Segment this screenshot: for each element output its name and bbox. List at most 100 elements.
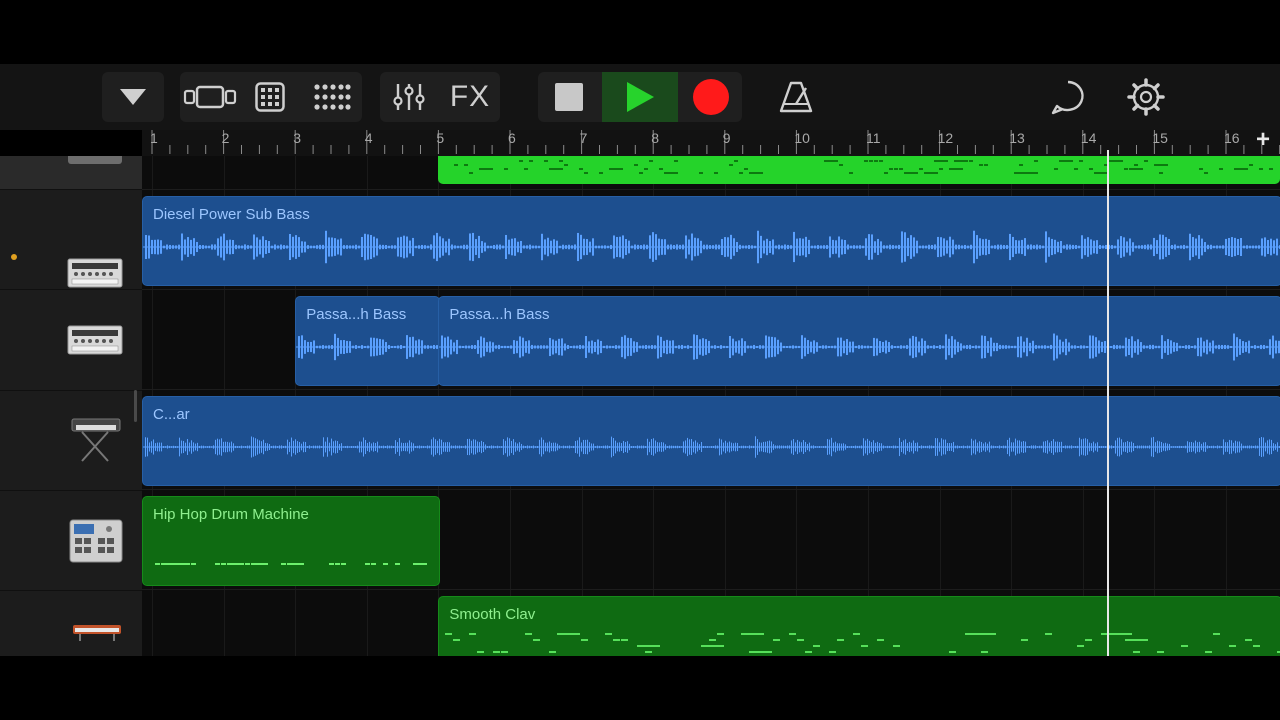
waveform-sample bbox=[235, 445, 236, 449]
waveform-sample bbox=[1011, 442, 1012, 452]
track-header-3[interactable] bbox=[0, 290, 142, 391]
ruler-bar-number: 10 bbox=[794, 130, 810, 146]
waveform-sample bbox=[709, 245, 711, 249]
waveform-sample bbox=[439, 236, 441, 258]
waveform-sample bbox=[1014, 345, 1017, 349]
region-passa-h-bass[interactable]: Passa...h Bass bbox=[295, 296, 441, 386]
waveform-sample bbox=[349, 245, 351, 249]
track-header-1[interactable] bbox=[0, 156, 142, 190]
waveform-sample bbox=[1158, 345, 1161, 349]
mixer-button[interactable] bbox=[380, 72, 438, 122]
my-songs-button[interactable] bbox=[102, 72, 164, 122]
midi-note bbox=[464, 164, 469, 166]
waveform-sample bbox=[241, 445, 242, 449]
waveform-sample bbox=[1137, 339, 1140, 355]
waveform-sample bbox=[287, 439, 288, 455]
waveform-sample bbox=[543, 345, 546, 349]
region-drum-pattern[interactable] bbox=[438, 156, 1280, 184]
waveform-sample bbox=[1029, 446, 1030, 448]
track-header-2[interactable] bbox=[0, 190, 142, 290]
tracks-arena[interactable]: Diesel Power Sub Bass Passa...h Bass Pas… bbox=[142, 156, 1280, 656]
view-buttons-group bbox=[180, 72, 362, 122]
waveform-sample bbox=[829, 236, 831, 258]
waveform-sample bbox=[1089, 442, 1090, 452]
record-button[interactable] bbox=[680, 72, 742, 122]
waveform-sample bbox=[711, 345, 714, 349]
waveform-sample bbox=[613, 438, 614, 456]
playhead[interactable] bbox=[1106, 150, 1109, 656]
waveform-sample bbox=[907, 443, 908, 451]
waveform-sample bbox=[1247, 445, 1248, 449]
drum-pad-icon bbox=[68, 156, 122, 164]
track-header-4[interactable] bbox=[0, 391, 142, 491]
region-hip-hop-drum-machine[interactable]: Hip Hop Drum Machine bbox=[142, 496, 441, 586]
waveform-sample bbox=[412, 336, 415, 358]
waveform-sample bbox=[882, 341, 885, 353]
live-loops-button[interactable] bbox=[242, 72, 298, 122]
waveform-sample bbox=[237, 446, 238, 448]
waveform-sample bbox=[501, 345, 504, 349]
track-header-6[interactable] bbox=[0, 591, 142, 656]
waveform-sample bbox=[1065, 338, 1068, 356]
waveform-sample bbox=[551, 442, 552, 452]
waveform-sample bbox=[559, 445, 560, 449]
loop-browser-button[interactable] bbox=[1040, 72, 1096, 122]
waveform-sample bbox=[436, 232, 438, 262]
waveform-sample bbox=[667, 244, 669, 250]
track-header-5[interactable] bbox=[0, 491, 142, 591]
waveform-sample bbox=[645, 446, 646, 448]
waveform-sample bbox=[1060, 240, 1062, 254]
waveform-sample bbox=[718, 244, 720, 250]
waveform-sample bbox=[235, 244, 237, 250]
waveform-sample bbox=[505, 234, 507, 260]
my-songs-group bbox=[102, 72, 164, 122]
stop-button[interactable] bbox=[538, 72, 600, 122]
waveform-sample bbox=[1216, 245, 1218, 249]
ruler-bar-number: 8 bbox=[651, 130, 659, 146]
waveform-sample bbox=[263, 439, 264, 455]
waveform-sample bbox=[867, 345, 870, 349]
waveform-sample bbox=[1182, 345, 1185, 349]
timeline-ruler[interactable]: 1 2 3 4 5 6 7 8 9 10 11 12 13 14 15 16 + bbox=[142, 126, 1280, 157]
waveform-sample bbox=[1195, 238, 1197, 256]
region-smooth-clav[interactable]: Smooth Clav bbox=[438, 596, 1280, 656]
midi-note bbox=[741, 633, 765, 635]
waveform-sample bbox=[202, 245, 204, 249]
waveform-sample bbox=[1091, 443, 1092, 451]
play-button[interactable] bbox=[602, 72, 678, 122]
waveform-sample bbox=[1026, 337, 1029, 357]
waveform-sample bbox=[1123, 237, 1125, 257]
transport-group bbox=[538, 72, 742, 122]
waveform-sample bbox=[304, 340, 307, 354]
waveform-sample bbox=[699, 444, 700, 450]
region-c-ar[interactable]: C...ar bbox=[142, 396, 1280, 486]
waveform-sample bbox=[514, 238, 516, 256]
waveform-sample bbox=[748, 245, 750, 249]
settings-button[interactable] bbox=[1118, 72, 1174, 122]
ruler-bar-number: 1 bbox=[150, 130, 158, 146]
metronome-button[interactable] bbox=[768, 72, 824, 122]
instrument-pads-button[interactable] bbox=[302, 72, 362, 122]
waveform-sample bbox=[412, 237, 414, 257]
waveform-sample bbox=[190, 239, 192, 255]
waveform-sample bbox=[253, 234, 255, 260]
waveform-sample bbox=[724, 237, 726, 257]
fx-button[interactable]: FX bbox=[440, 72, 500, 122]
waveform-sample bbox=[201, 445, 202, 449]
add-section-button[interactable]: + bbox=[1256, 126, 1270, 154]
tracks-view-button[interactable] bbox=[180, 72, 240, 122]
waveform-sample bbox=[747, 345, 750, 349]
region-diesel-power-sub-bass[interactable]: Diesel Power Sub Bass bbox=[142, 196, 1280, 286]
waveform-sample bbox=[815, 446, 816, 448]
region-passa-h-bass[interactable]: Passa...h Bass bbox=[438, 296, 1280, 386]
track-scroll-indicator[interactable] bbox=[134, 390, 137, 422]
waveform-sample bbox=[349, 446, 350, 448]
waveform-sample bbox=[719, 438, 720, 456]
midi-note bbox=[984, 164, 989, 166]
midi-note bbox=[889, 168, 894, 170]
waveform-sample bbox=[679, 445, 680, 449]
waveform-sample bbox=[750, 345, 753, 349]
waveform-sample bbox=[759, 442, 760, 452]
waveform-sample bbox=[1231, 440, 1232, 454]
region-label: Hip Hop Drum Machine bbox=[153, 506, 309, 523]
